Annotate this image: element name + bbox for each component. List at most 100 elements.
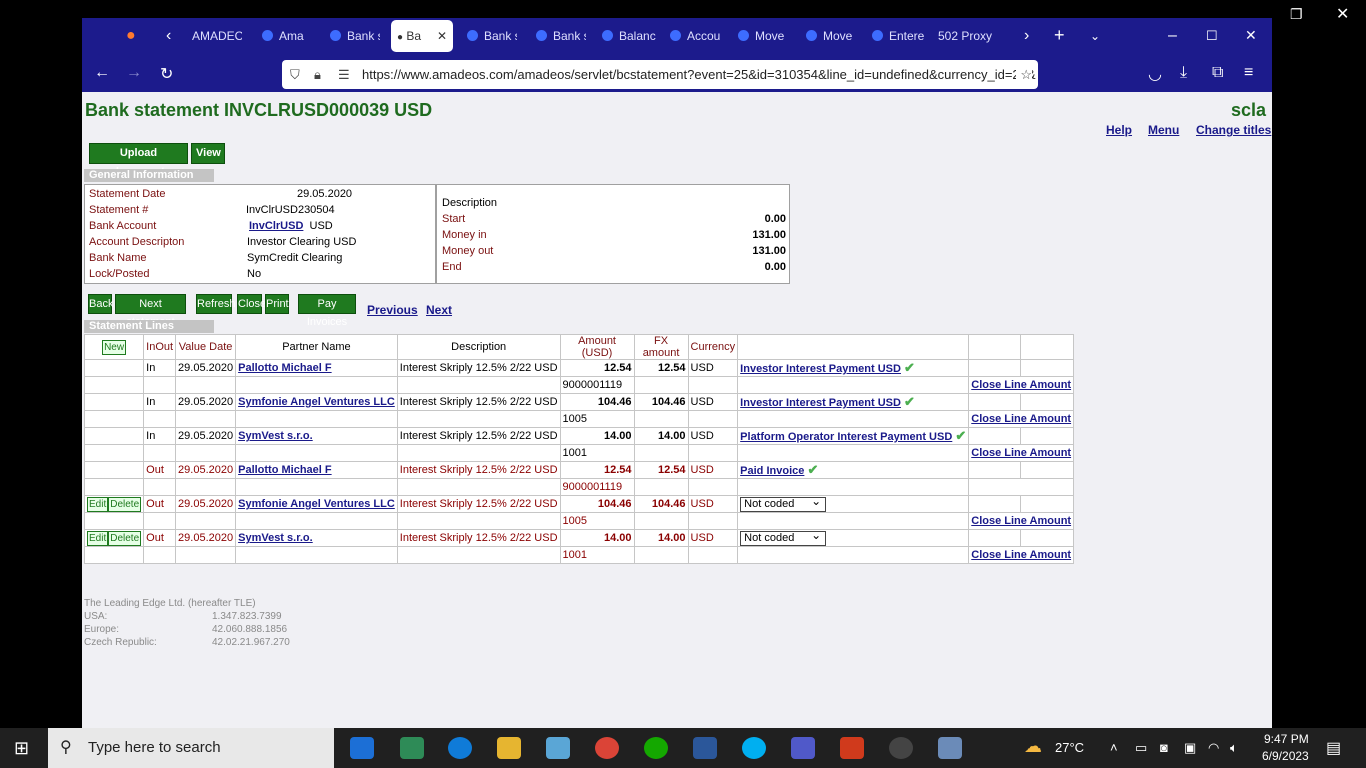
sub-empty — [143, 478, 177, 496]
tab-1[interactable]: AMADEOS — [192, 20, 242, 52]
upload-document-button[interactable]: Upload document — [89, 143, 188, 178]
back-icon[interactable]: ← — [94, 64, 110, 82]
tray-chevron-icon[interactable]: ˄ — [1110, 740, 1118, 755]
partner-link[interactable]: SymVest s.r.o. — [238, 532, 313, 544]
window-close-icon[interactable]: ✕ — [1245, 27, 1257, 44]
partner-link[interactable]: Pallotto Michael F — [238, 362, 332, 374]
weather-icon[interactable]: ☁ — [1024, 736, 1042, 757]
new-tab-icon[interactable]: + — [1054, 25, 1065, 46]
windows-start-icon[interactable]: ⊞ — [14, 738, 29, 759]
close-line-amount-link[interactable]: Close Line Amount — [971, 549, 1071, 561]
media-player-icon[interactable] — [889, 737, 913, 759]
notes-icon[interactable] — [546, 737, 570, 759]
close-button[interactable]: Close — [237, 294, 266, 314]
reload-icon[interactable]: ↻ — [160, 64, 173, 84]
skype-icon[interactable] — [742, 737, 766, 759]
print-button[interactable]: Print — [265, 294, 289, 314]
bookmark-star-icon[interactable]: ☆ — [1016, 60, 1032, 89]
coding-link[interactable]: Paid Invoice — [740, 465, 804, 477]
app-2-icon[interactable] — [938, 737, 962, 759]
clock-time[interactable]: 9:47 PM — [1264, 732, 1309, 746]
file-explorer-icon[interactable] — [497, 737, 521, 759]
close-line-amount-link[interactable]: Close Line Amount — [971, 515, 1071, 527]
close-line-amount-link[interactable]: Close Line Amount — [971, 447, 1071, 459]
wifi-icon[interactable]: ◠ — [1208, 740, 1219, 756]
close-outer-icon[interactable]: ✕ — [1336, 4, 1349, 24]
maximize-icon[interactable]: ☐ — [1206, 28, 1218, 44]
previous-link[interactable]: Previous — [367, 303, 418, 317]
volume-icon[interactable]: 🔈︎ — [1230, 740, 1238, 756]
tab-11[interactable]: Entere — [872, 20, 928, 52]
tab-scroll-left-icon[interactable]: ‹ — [166, 27, 171, 45]
taskbar-search[interactable]: ⚲ Type here to search — [48, 728, 334, 768]
tab-close-icon[interactable]: ✕ — [437, 20, 447, 52]
tab-7[interactable]: Balanc — [602, 20, 656, 52]
display-icon[interactable]: ▣ — [1184, 740, 1196, 756]
upwork-icon[interactable] — [644, 737, 668, 759]
edge-icon[interactable] — [448, 737, 472, 759]
calculator-icon[interactable] — [350, 737, 374, 759]
pay-invoices-button[interactable]: Pay Invoices — [298, 294, 356, 328]
partner-link[interactable]: Symfonie Angel Ventures LLC — [238, 498, 395, 510]
close-line-amount-link[interactable]: Close Line Amount — [971, 379, 1071, 391]
tab-12[interactable]: 502 Proxy — [938, 20, 998, 52]
coding-link[interactable]: Investor Interest Payment USD — [740, 397, 901, 409]
menu-icon[interactable]: ≡ — [1244, 64, 1253, 82]
firefox-icon[interactable]: ● — [126, 27, 136, 45]
address-bar[interactable]: ⛉ 🔒︎ ☰ https://www.amadeos.com/amadeos/s… — [282, 60, 1038, 89]
pocket-icon[interactable]: ◡ — [1148, 64, 1162, 84]
close-line-amount-link[interactable]: Close Line Amount — [971, 413, 1071, 425]
bank-account-label: Bank Account — [89, 220, 157, 232]
partner-link[interactable]: Pallotto Michael F — [238, 464, 332, 476]
lock-icon[interactable]: 🔒︎ — [314, 60, 321, 89]
tab-2[interactable]: Ama — [262, 20, 312, 52]
tab-9[interactable]: Move — [738, 20, 792, 52]
tab-list-icon[interactable]: ⌄ — [1090, 29, 1100, 43]
app-icon[interactable] — [400, 737, 424, 759]
partner-link[interactable]: SymVest s.r.o. — [238, 430, 313, 442]
delete-button[interactable]: Delete — [108, 530, 142, 546]
tab-5[interactable]: Bank s — [467, 20, 517, 52]
downloads-icon[interactable]: ⤓ — [1180, 64, 1187, 82]
restore-icon[interactable]: ❐ — [1290, 6, 1303, 23]
next-statement-button[interactable]: Next statement — [115, 294, 186, 328]
edit-button[interactable]: Edit — [87, 530, 109, 546]
chrome-icon[interactable] — [595, 737, 619, 759]
tab-8[interactable]: Accou — [670, 20, 724, 52]
tab-active[interactable]: ● Ba ✕ — [391, 20, 453, 52]
extensions-icon[interactable]: ⧉ — [1212, 64, 1223, 82]
back-button[interactable]: Back — [88, 294, 113, 314]
bank-account-link[interactable]: InvClrUSD — [249, 220, 303, 232]
word-icon[interactable] — [693, 737, 717, 759]
tab-3[interactable]: Bank s — [330, 20, 380, 52]
recorder-icon[interactable] — [840, 737, 864, 759]
refresh-button[interactable]: Refresh — [196, 294, 236, 314]
sub-empty — [143, 512, 177, 530]
permissions-icon[interactable]: ☰ — [338, 60, 350, 89]
coding-select[interactable]: Not coded — [740, 495, 827, 512]
new-line-button[interactable]: New — [102, 339, 127, 355]
camera-icon[interactable]: ◙ — [1160, 740, 1168, 755]
forward-icon[interactable]: → — [126, 64, 142, 82]
notifications-icon[interactable]: ▤ — [1326, 738, 1341, 758]
change-titles-link[interactable]: Change titles — [1196, 123, 1271, 137]
tab-6[interactable]: Bank s — [536, 20, 586, 52]
battery-icon[interactable]: ▭ — [1135, 740, 1147, 756]
view-button[interactable]: View — [191, 143, 225, 164]
help-link[interactable]: Help — [1106, 123, 1132, 137]
clock-date[interactable]: 6/9/2023 — [1262, 749, 1309, 763]
menu-link[interactable]: Menu — [1148, 123, 1179, 137]
tab-scroll-right-icon[interactable]: › — [1024, 27, 1029, 45]
shield-icon[interactable]: ⛉ — [290, 60, 300, 89]
edit-button[interactable]: Edit — [87, 496, 109, 512]
coding-select[interactable]: Not coded — [740, 529, 827, 546]
teams-icon[interactable] — [791, 737, 815, 759]
weather-temp[interactable]: 27°C — [1055, 740, 1084, 755]
next-link[interactable]: Next — [426, 303, 452, 317]
minimize-icon[interactable]: – — [1168, 27, 1177, 45]
coding-link[interactable]: Platform Operator Interest Payment USD — [740, 431, 952, 443]
partner-link[interactable]: Symfonie Angel Ventures LLC — [238, 396, 395, 408]
coding-link[interactable]: Investor Interest Payment USD — [740, 363, 901, 375]
tab-10[interactable]: Move — [806, 20, 860, 52]
delete-button[interactable]: Delete — [108, 496, 142, 512]
